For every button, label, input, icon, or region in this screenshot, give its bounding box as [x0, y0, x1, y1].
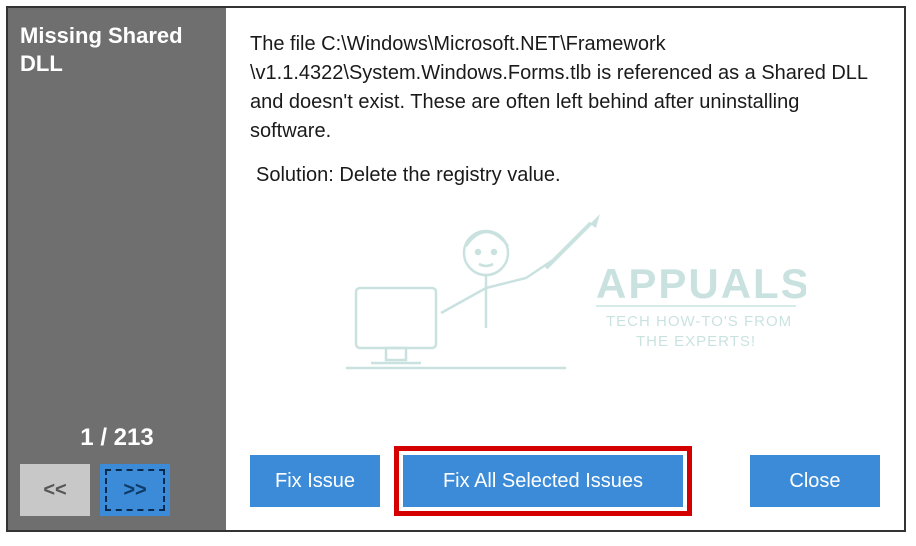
close-button[interactable]: Close — [750, 455, 880, 507]
issue-counter: 1 / 213 — [20, 424, 214, 452]
watermark-tagline1: TECH HOW-TO'S FROM — [606, 313, 792, 330]
fix-all-selected-button[interactable]: Fix All Selected Issues — [403, 455, 683, 507]
prev-button[interactable]: << — [20, 464, 90, 516]
watermark-tagline2: THE EXPERTS! — [636, 333, 756, 350]
sidebar-bottom: 1 / 213 << >> — [20, 424, 214, 516]
sidebar: Missing Shared DLL 1 / 213 << >> — [8, 8, 226, 530]
issue-title: Missing Shared DLL — [20, 22, 214, 77]
button-row: Fix Issue Fix All Selected Issues Close — [250, 446, 880, 516]
main-panel: The file C:\Windows\Microsoft.NET\Framew… — [226, 8, 904, 530]
fix-issue-button[interactable]: Fix Issue — [250, 455, 380, 507]
dialog-window: Missing Shared DLL 1 / 213 << >> The fil… — [6, 6, 906, 532]
highlight-annotation: Fix All Selected Issues — [394, 446, 692, 516]
watermark-logo: APPUALS TECH HOW-TO'S FROM THE EXPERTS! — [346, 208, 806, 398]
watermark-brand-text: APPUALS — [596, 260, 806, 307]
issue-solution: Solution: Delete the registry value. — [256, 164, 880, 187]
nav-row: << >> — [20, 464, 214, 516]
next-button[interactable]: >> — [100, 464, 170, 516]
issue-description: The file C:\Windows\Microsoft.NET\Framew… — [250, 30, 880, 146]
